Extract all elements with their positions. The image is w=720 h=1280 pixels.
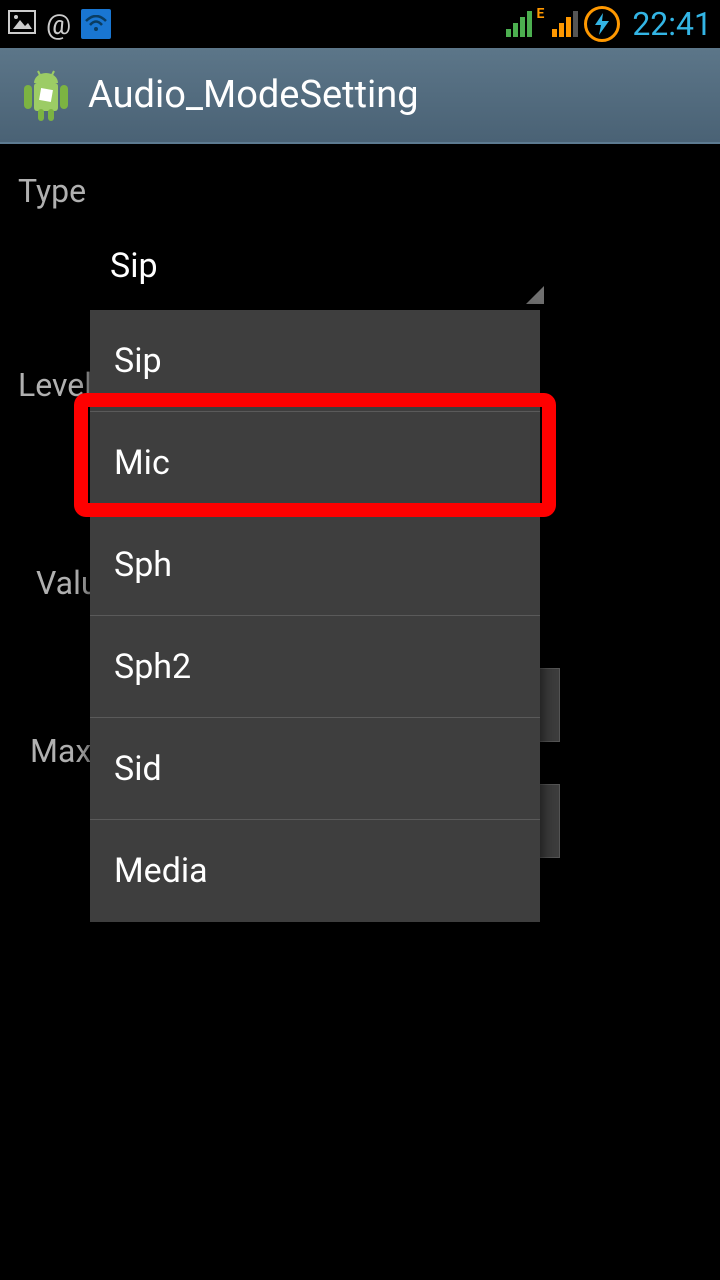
at-icon: @ (46, 8, 71, 41)
spinner-arrow-icon (526, 286, 544, 304)
label-type: Type (18, 172, 702, 210)
dropdown-item-media[interactable]: Media (90, 820, 540, 922)
dropdown-item-sph[interactable]: Sph (90, 514, 540, 616)
status-left-icons: @ (8, 8, 111, 41)
type-dropdown: Sip Mic Sph Sph2 Sid Media (90, 310, 540, 922)
status-right-icons: E 22:41 (506, 5, 712, 43)
spinner-selected: Sip (110, 246, 158, 286)
wifi-icon (81, 9, 111, 39)
battery-charging-icon (584, 6, 620, 42)
dropdown-item-sid[interactable]: Sid (90, 718, 540, 820)
gallery-icon (8, 8, 36, 41)
app-icon (16, 63, 76, 127)
dropdown-item-mic[interactable]: Mic (90, 412, 540, 514)
dropdown-item-sip[interactable]: Sip (90, 310, 540, 412)
clock: 22:41 (632, 5, 712, 43)
status-bar: @ E 22:41 (0, 0, 720, 48)
type-spinner[interactable]: Sip (94, 226, 546, 306)
signal-2-icon (552, 11, 578, 37)
edge-indicator: E (536, 6, 544, 22)
signal-1-icon (506, 11, 532, 37)
dropdown-item-sph2[interactable]: Sph2 (90, 616, 540, 718)
app-bar: Audio_ModeSetting (0, 48, 720, 144)
app-title: Audio_ModeSetting (88, 73, 419, 117)
